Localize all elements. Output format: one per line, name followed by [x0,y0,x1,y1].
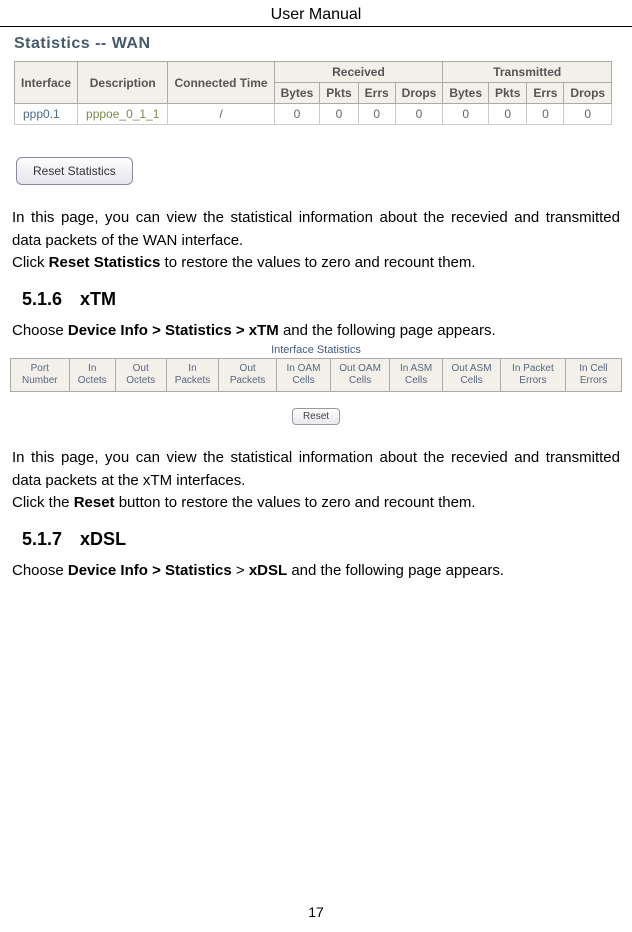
xtm-col: In Packet Errors [500,359,565,392]
wan-stats-table: Interface Description Connected Time Rec… [14,61,612,125]
reset-statistics-button[interactable]: Reset Statistics [16,157,133,185]
xtm-reset-button[interactable]: Reset [292,408,340,425]
paragraph: Click Reset Statistics to restore the va… [12,252,620,275]
section-number: 5.1.7 [22,529,62,550]
paragraph: Click the Reset button to restore the va… [12,492,620,515]
cell-value: 0 [527,104,564,125]
cell-description: pppoe_0_1_1 [78,104,168,125]
text: > [232,562,249,579]
text: Click [12,254,49,271]
text: button to restore the values to zero and… [115,494,476,511]
table-row: ppp0.1 pppoe_0_1_1 / 0 0 0 0 0 0 0 0 [15,104,612,125]
paragraph: In this page, you can view the statistic… [12,447,620,492]
bold-text: Device Info > Statistics [68,562,232,579]
col-bytes-tx: Bytes [443,83,489,104]
cell-interface: ppp0.1 [15,104,78,125]
xtm-col: In Cell Errors [565,359,621,392]
bold-text: Device Info > Statistics > xTM [68,322,279,339]
col-interface: Interface [15,62,78,104]
cell-value: 0 [320,104,358,125]
col-received: Received [274,62,443,83]
col-errs-tx: Errs [527,83,564,104]
xtm-col: Out ASM Cells [443,359,501,392]
section-heading-xdsl: 5.1.7 xDSL [22,529,622,550]
cell-value: 0 [564,104,612,125]
xtm-col: Port Number [11,359,70,392]
page-number: 17 [0,904,632,920]
col-bytes-rx: Bytes [274,83,320,104]
cell-value: 0 [489,104,527,125]
cell-value: 0 [274,104,320,125]
col-pkts-tx: Pkts [489,83,527,104]
text: Choose [12,322,68,339]
section-title: xDSL [80,529,126,549]
wan-panel-title: Statistics -- WAN [10,27,622,59]
text: and the following page appears. [287,562,504,579]
col-connected-time: Connected Time [168,62,274,104]
section-number: 5.1.6 [22,289,62,310]
col-drops-tx: Drops [564,83,612,104]
text: to restore the values to zero and recoun… [160,254,475,271]
cell-value: 0 [395,104,443,125]
paragraph: Choose Device Info > Statistics > xDSL a… [12,560,620,583]
doc-header-title: User Manual [0,0,632,27]
text: and the following page appears. [279,322,496,339]
paragraph: Choose Device Info > Statistics > xTM an… [12,320,620,343]
bold-text: Reset [74,494,115,511]
bold-text: Reset Statistics [49,254,161,271]
xtm-caption: Interface Statistics [10,344,622,356]
col-pkts-rx: Pkts [320,83,358,104]
col-errs-rx: Errs [358,83,395,104]
cell-connected-time: / [168,104,274,125]
xtm-col: In Octets [69,359,115,392]
text: Choose [12,562,68,579]
xtm-col: In Packets [166,359,219,392]
xtm-col: Out OAM Cells [331,359,390,392]
col-description: Description [78,62,168,104]
cell-value: 0 [443,104,489,125]
bold-text: xDSL [249,562,287,579]
xtm-col: Out Packets [219,359,276,392]
section-heading-xtm: 5.1.6 xTM [22,289,622,310]
xtm-col: In ASM Cells [390,359,443,392]
xtm-stats-table: Port Number In Octets Out Octets In Pack… [10,358,622,392]
col-drops-rx: Drops [395,83,443,104]
xtm-col: In OAM Cells [276,359,330,392]
paragraph: In this page, you can view the statistic… [12,207,620,252]
section-title: xTM [80,289,116,309]
cell-value: 0 [358,104,395,125]
text: Click the [12,494,74,511]
col-transmitted: Transmitted [443,62,612,83]
xtm-col: Out Octets [115,359,166,392]
